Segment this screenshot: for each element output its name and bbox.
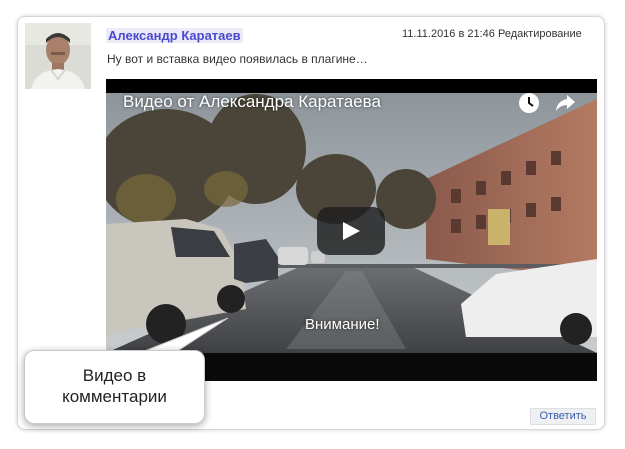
- clock-icon[interactable]: [517, 91, 541, 115]
- comment-date: 11.11.2016 в 21:46: [402, 28, 495, 40]
- reply-button[interactable]: Ответить: [530, 408, 596, 425]
- video-caption: Внимание!: [305, 316, 380, 333]
- user-avatar-photo: [25, 23, 91, 89]
- comment-meta: 11.11.2016 в 21:46 Редактирование: [402, 28, 582, 40]
- callout-note: Видео в комментарии: [24, 350, 205, 424]
- callout-line-1: Видео в: [82, 366, 147, 385]
- share-icon[interactable]: [554, 92, 576, 114]
- play-button[interactable]: [317, 207, 385, 255]
- avatar[interactable]: [25, 23, 91, 89]
- comment-author[interactable]: Александр Каратаев: [106, 28, 243, 43]
- video-player[interactable]: Видео от Александра Каратаева Внимание!: [106, 79, 597, 381]
- comment-text: Ну вот и вставка видео появилась в плаги…: [107, 52, 368, 66]
- video-title[interactable]: Видео от Александра Каратаева: [123, 92, 381, 112]
- callout-line-2: комментарии: [62, 387, 167, 406]
- play-icon: [343, 222, 360, 240]
- edit-link[interactable]: Редактирование: [498, 28, 582, 40]
